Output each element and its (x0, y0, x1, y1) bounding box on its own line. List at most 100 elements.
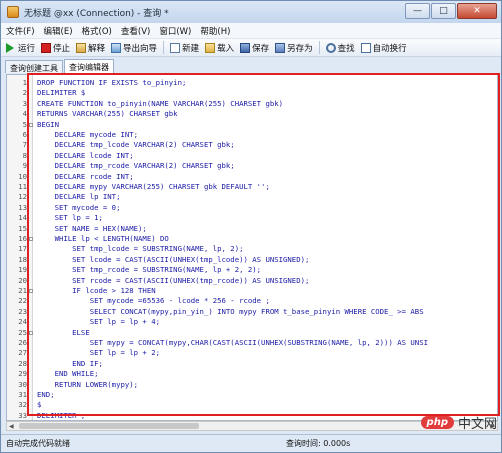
word-wrap-button[interactable]: 自动换行 (360, 42, 407, 54)
line-number: 18 (18, 254, 27, 264)
code-text: SET mycode = 0; (37, 202, 121, 212)
toolbar-separator (318, 41, 320, 54)
line-number: 4 (22, 109, 27, 119)
code-line: 27 SET lp = lp + 2; (7, 348, 497, 358)
scroll-left-icon[interactable]: ◀ (9, 423, 14, 430)
code-text: SET lp = lp + 4; (37, 317, 161, 327)
save-as-button[interactable]: 另存为 (275, 42, 313, 54)
find-button[interactable]: 查找 (325, 42, 355, 54)
word-wrap-icon (360, 42, 371, 53)
save-button[interactable]: 保存 (240, 42, 269, 54)
code-line: 12 DECLARE lp INT; (7, 192, 497, 202)
code-line: 13 SET mycode = 0; (7, 202, 497, 213)
fold-toggle-icon[interactable] (29, 237, 33, 241)
code-text: SET tmp_lcode = SUBSTRING(NAME, lp, 2); (37, 244, 244, 254)
find-label: 查找 (337, 43, 355, 54)
code-line: 22 SET mycode =65536 - lcode * 256 - rco… (7, 296, 497, 306)
code-text: IF lcode > 128 THEN (37, 286, 156, 295)
code-text: DECLARE lp INT; (37, 192, 121, 202)
new-label: 新建 (182, 43, 200, 54)
line-number: 9 (22, 161, 27, 171)
save-icon (240, 42, 251, 53)
load-label: 载入 (217, 43, 235, 54)
line-number: 17 (18, 244, 27, 254)
scrollbar-thumb[interactable] (19, 423, 199, 429)
code-line: 31 END; (7, 390, 497, 400)
code-text: SELECT CONCAT(mypy,pin_yin_) INTO mypy F… (37, 306, 424, 316)
line-number: 10 (18, 171, 27, 181)
maximize-button[interactable]: □ (431, 3, 456, 19)
line-number: 1 (22, 78, 27, 87)
menu-window[interactable]: 窗口(W) (159, 25, 191, 37)
code-text: SET NAME = HEX(NAME); (37, 223, 147, 233)
line-number: 7 (22, 140, 27, 150)
line-number: 27 (18, 348, 27, 358)
code-text: DELIMITER ; (37, 410, 86, 420)
fold-toggle-icon[interactable] (29, 330, 33, 335)
menu-view[interactable]: 查看(V) (121, 25, 150, 37)
window-controls: — □ ✕ (405, 3, 497, 19)
code-text: BEGIN (37, 119, 59, 129)
code-text: DECLARE mypy VARCHAR(255) CHARSET gbk DE… (37, 182, 270, 191)
code-line: 15 SET NAME = HEX(NAME); (7, 223, 497, 234)
line-number: 30 (18, 379, 27, 389)
run-icon (6, 42, 16, 53)
code-line: 3 CREATE FUNCTION to_pinyin(NAME VARCHAR(… (7, 98, 497, 109)
tab-query-builder[interactable]: 查询创建工具 (5, 60, 63, 73)
export-wizard-icon (111, 42, 122, 53)
line-number: 16 (18, 234, 27, 243)
code-text: DECLARE tmp_rcode VARCHAR(2) CHARSET gbk… (37, 161, 235, 171)
code-line: 28 END IF; (7, 358, 497, 369)
code-line: 5 BEGIN (7, 119, 497, 130)
code-line: 11 DECLARE mypy VARCHAR(255) CHARSET gbk… (7, 182, 497, 192)
load-icon (205, 42, 216, 53)
explain-button[interactable]: 解释 (76, 42, 105, 54)
new-button[interactable]: 新建 (170, 42, 199, 54)
line-number: 24 (18, 317, 27, 327)
run-button[interactable]: 运行 (6, 42, 35, 54)
line-number: 12 (18, 192, 27, 202)
code-line: 26 SET mypy = CONCAT(mypy,CHAR(CAST(ASCI… (7, 338, 497, 348)
word-wrap-label: 自动换行 (372, 43, 407, 54)
explain-label: 解释 (88, 43, 106, 54)
code-text: DECLARE rcode INT; (37, 171, 134, 181)
fold-toggle-icon[interactable] (29, 289, 33, 293)
line-number: 31 (18, 390, 27, 399)
code-line: 6 DECLARE mycode INT; (7, 130, 497, 140)
menu-format[interactable]: 格式(O) (82, 25, 112, 37)
code-line: 19 SET tmp_rcode = SUBSTRING(NAME, lp + … (7, 265, 497, 275)
editor-tabs: 查询创建工具 查询编辑器 (1, 58, 501, 73)
sql-editor[interactable]: 1 DROP FUNCTION IF EXISTS to_pinyin; 2 DELI… (6, 74, 498, 421)
new-icon (170, 42, 181, 53)
code-text: END WHILE; (37, 369, 99, 379)
code-text: RETURN LOWER(mypy); (37, 379, 139, 389)
code-line: 14 SET lp = 1; (7, 213, 497, 223)
menu-file[interactable]: 文件(F) (6, 25, 35, 37)
run-label: 运行 (18, 43, 36, 54)
save-as-label: 另存为 (287, 43, 313, 54)
code-line: 7 DECLARE tmp_lcode VARCHAR(2) CHARSET g… (7, 140, 497, 150)
watermark: php 中文网 (420, 413, 497, 432)
code-text: SET lp = 1; (37, 213, 103, 223)
line-number: 5 (22, 119, 27, 129)
stop-button[interactable]: 停止 (41, 42, 70, 54)
code-text: DECLARE lcode INT; (37, 150, 134, 160)
code-text: SET lcode = CAST(ASCII(UNHEX(tmp_lcode))… (37, 254, 310, 264)
code-text: DECLARE mycode INT; (37, 130, 139, 139)
close-button[interactable]: ✕ (457, 3, 497, 19)
tab-query-editor[interactable]: 查询编辑器 (64, 59, 114, 73)
load-button[interactable]: 载入 (205, 42, 234, 54)
line-number: 3 (22, 98, 27, 108)
menu-edit[interactable]: 编辑(E) (44, 25, 73, 37)
fold-toggle-icon[interactable] (29, 122, 33, 127)
export-wizard-label: 导出向导 (123, 43, 158, 54)
window-title: 无标题 @xx (Connection) - 查询 * (24, 8, 169, 19)
minimize-button[interactable]: — (405, 3, 430, 19)
export-wizard-button[interactable]: 导出向导 (111, 42, 157, 54)
menu-help[interactable]: 帮助(H) (200, 25, 230, 37)
find-icon (325, 42, 336, 53)
code-text: $ (37, 400, 42, 410)
code-line: 21 IF lcode > 128 THEN (7, 286, 497, 296)
code-line: 2 DELIMITER $ (7, 88, 497, 98)
line-number: 28 (18, 358, 27, 368)
